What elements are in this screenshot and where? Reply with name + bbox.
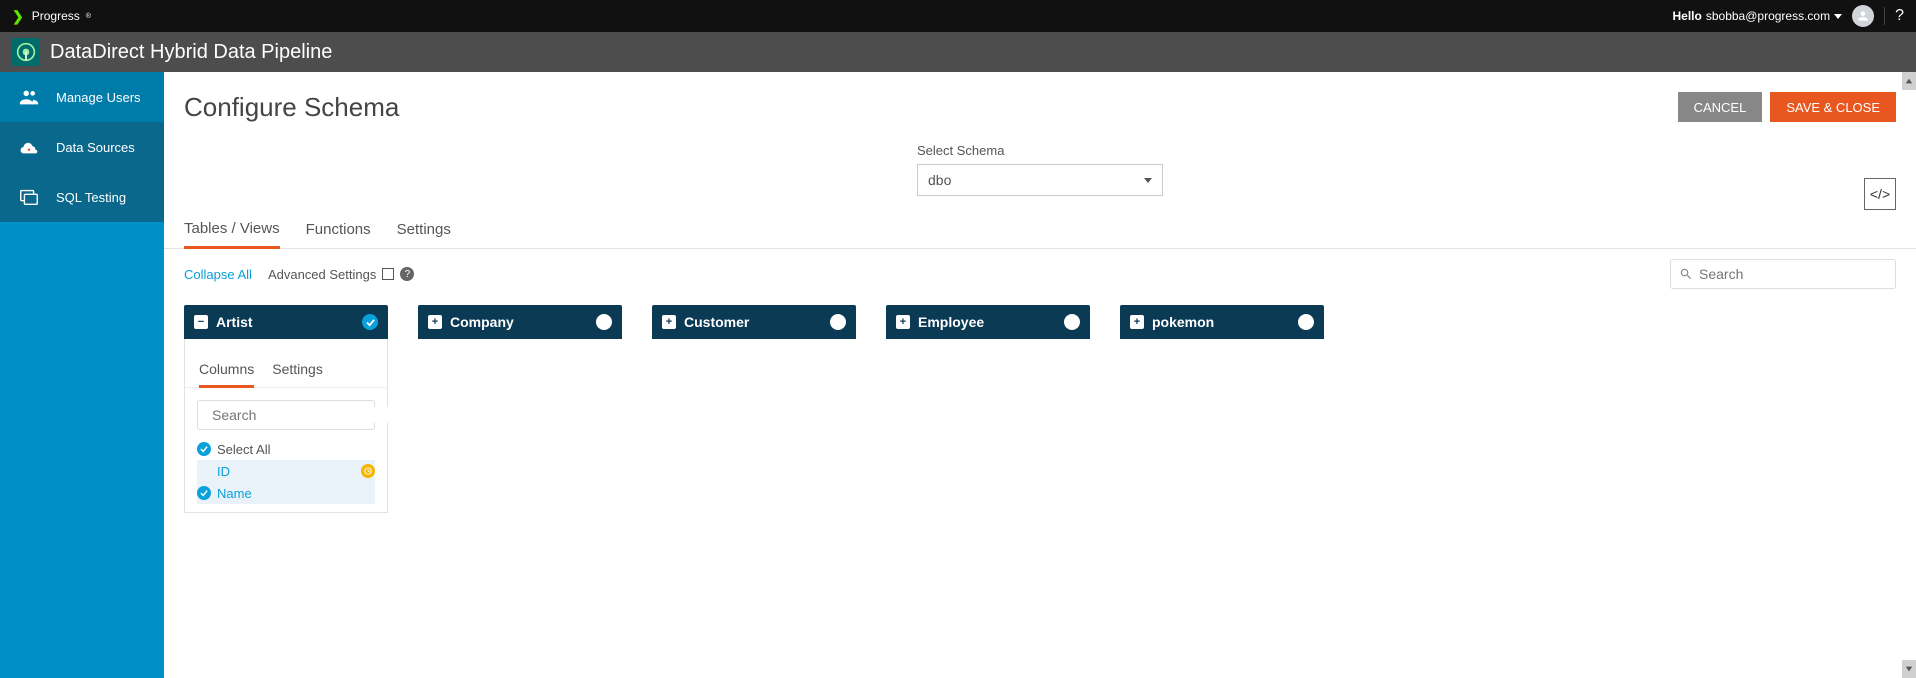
brand-logo-icon: ❯ (12, 8, 24, 25)
app-title: DataDirect Hybrid Data Pipeline (50, 41, 332, 64)
table-cards-row: − Artist Columns Settings (164, 305, 1916, 513)
table-selected-icon[interactable] (362, 314, 378, 330)
select-all-checkbox-icon (197, 442, 211, 456)
expand-icon: + (428, 315, 442, 329)
collapse-icon: − (194, 315, 208, 329)
table-name: Employee (918, 314, 984, 330)
tab-tables-views[interactable]: Tables / Views (184, 210, 280, 249)
divider (1884, 7, 1885, 25)
user-greeting[interactable]: Hello sbobba@progress.com (1673, 9, 1843, 23)
username: sbobba@progress.com (1706, 9, 1830, 23)
table-card-customer[interactable]: + Customer (652, 305, 856, 339)
app-subheader: DataDirect Hybrid Data Pipeline (0, 32, 1916, 72)
app-icon (12, 38, 40, 66)
columns-list: Select All ID (185, 438, 387, 504)
schema-dropdown[interactable]: dbo (917, 164, 1163, 196)
table-card-company[interactable]: + Company (418, 305, 622, 339)
sidebar-item-label: SQL Testing (56, 190, 126, 205)
column-name: Name (217, 486, 252, 501)
schema-column: Select Schema dbo (917, 143, 1163, 196)
table-header-artist[interactable]: − Artist (184, 305, 388, 339)
antenna-icon (16, 42, 36, 62)
brand-area: ❯ Progress ® (12, 8, 91, 25)
save-close-button[interactable]: SAVE & CLOSE (1770, 92, 1896, 122)
page-title: Configure Schema (184, 92, 399, 123)
schema-label: Select Schema (917, 143, 1163, 158)
table-select-toggle[interactable] (596, 314, 612, 330)
toolbar-left: Collapse All Advanced Settings ? (184, 267, 414, 282)
avatar[interactable] (1852, 5, 1874, 27)
columns-search-input[interactable] (212, 407, 393, 423)
table-select-toggle[interactable] (1298, 314, 1314, 330)
tables-toolbar: Collapse All Advanced Settings ? (164, 249, 1916, 305)
advanced-settings-checkbox[interactable] (382, 268, 394, 280)
hello-label: Hello (1673, 9, 1702, 23)
expand-icon: + (896, 315, 910, 329)
tab-functions[interactable]: Functions (306, 211, 371, 247)
cancel-button[interactable]: CANCEL (1678, 92, 1763, 122)
advanced-settings-toggle[interactable]: Advanced Settings ? (268, 267, 414, 282)
select-all-row[interactable]: Select All (197, 438, 375, 460)
sql-icon (16, 186, 42, 208)
sidebar-item-sql-testing[interactable]: SQL Testing (0, 172, 164, 222)
advanced-settings-help-icon[interactable]: ? (400, 267, 414, 281)
table-select-toggle[interactable] (830, 314, 846, 330)
sidebar: Manage Users Data Sources SQL Testing (0, 72, 164, 678)
tables-search-input[interactable] (1699, 266, 1887, 282)
inner-tab-columns[interactable]: Columns (199, 361, 254, 388)
avatar-icon (1856, 9, 1870, 23)
trademark: ® (86, 13, 91, 20)
schema-select-row: Select Schema dbo </> (164, 143, 1916, 210)
tab-settings[interactable]: Settings (397, 211, 451, 247)
collapse-all-link[interactable]: Collapse All (184, 267, 252, 282)
table-name: Artist (216, 314, 253, 330)
sidebar-item-manage-users[interactable]: Manage Users (0, 72, 164, 122)
column-row-name[interactable]: Name (197, 482, 375, 504)
table-select-toggle[interactable] (1064, 314, 1080, 330)
main-tabs: Tables / Views Functions Settings (164, 210, 1916, 249)
inner-tabs: Columns Settings (185, 351, 387, 388)
users-icon (16, 86, 42, 108)
top-bar: ❯ Progress ® Hello sbobba@progress.com ? (0, 0, 1916, 32)
column-checkbox-icon (197, 486, 211, 500)
schema-selected-value: dbo (928, 172, 951, 188)
content: Configure Schema CANCEL SAVE & CLOSE Sel… (164, 72, 1916, 678)
page-header: Configure Schema CANCEL SAVE & CLOSE (164, 92, 1916, 143)
action-buttons: CANCEL SAVE & CLOSE (1678, 92, 1896, 122)
table-card-pokemon[interactable]: + pokemon (1120, 305, 1324, 339)
columns-search[interactable] (197, 400, 375, 430)
topbar-right: Hello sbobba@progress.com ? (1673, 5, 1905, 27)
main-area: Manage Users Data Sources SQL Testing Co… (0, 72, 1916, 678)
scroll-up-button[interactable] (1902, 72, 1916, 90)
sidebar-item-label: Manage Users (56, 90, 141, 105)
tables-search[interactable] (1670, 259, 1896, 289)
table-name: pokemon (1152, 314, 1214, 330)
expand-icon: + (1130, 315, 1144, 329)
user-menu-caret-icon (1834, 14, 1842, 19)
scroll-down-button[interactable] (1902, 660, 1916, 678)
table-name: Customer (684, 314, 749, 330)
column-name: ID (217, 464, 230, 479)
advanced-settings-label: Advanced Settings (268, 267, 376, 282)
inner-tab-settings[interactable]: Settings (272, 361, 323, 387)
column-row-id[interactable]: ID (197, 460, 375, 482)
table-card-artist: − Artist Columns Settings (184, 305, 388, 513)
primary-key-badge-icon (361, 464, 375, 478)
cloud-data-icon (16, 136, 42, 158)
expand-icon: + (662, 315, 676, 329)
sidebar-item-label: Data Sources (56, 140, 135, 155)
help-icon[interactable]: ? (1895, 7, 1904, 25)
table-body-artist: Columns Settings Select All (184, 339, 388, 513)
chevron-down-icon (1144, 178, 1152, 183)
search-icon (1679, 267, 1693, 281)
brand-name: Progress (32, 9, 80, 23)
table-card-employee[interactable]: + Employee (886, 305, 1090, 339)
code-view-button[interactable]: </> (1864, 178, 1896, 210)
select-all-label: Select All (217, 442, 270, 457)
table-name: Company (450, 314, 514, 330)
sidebar-item-data-sources[interactable]: Data Sources (0, 122, 164, 172)
